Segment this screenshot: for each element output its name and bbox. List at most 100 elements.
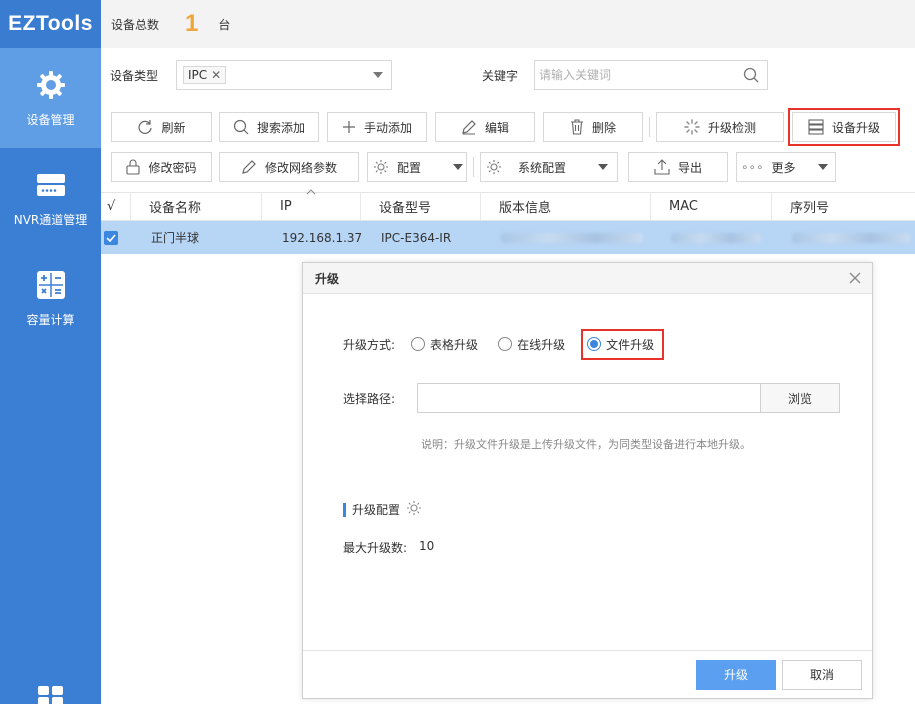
redacted-serial xyxy=(792,232,910,243)
keyword-search-box[interactable] xyxy=(534,60,769,90)
system-config-dropdown[interactable]: 系统配置 xyxy=(480,152,618,182)
device-upgrade-button[interactable]: 设备升级 xyxy=(788,108,900,146)
chevron-down-icon xyxy=(598,164,609,170)
plus-icon xyxy=(342,121,355,133)
export-label: 导出 xyxy=(677,160,702,175)
config-label: 配置 xyxy=(397,160,422,175)
search-icon xyxy=(233,119,249,135)
redacted-version xyxy=(501,232,643,243)
dialog-footer: 升级 取消 xyxy=(303,650,872,698)
max-upgrade-value: 10 xyxy=(419,539,435,553)
server-stack-icon xyxy=(808,119,824,135)
checkbox-checked-icon[interactable] xyxy=(104,230,118,245)
config-dropdown[interactable]: 配置 xyxy=(367,152,467,182)
upgrade-hint: 说明：升级文件升级是上传升级文件，为同类型设备进行本地升级。 xyxy=(421,438,751,451)
radio-online-upgrade[interactable]: 在线升级 xyxy=(498,336,565,353)
radio-unchecked-icon[interactable] xyxy=(498,337,513,351)
chevron-down-icon[interactable] xyxy=(373,72,384,78)
search-icon[interactable] xyxy=(743,67,759,86)
manual-add-button[interactable]: 手动添加 xyxy=(327,112,427,142)
change-network-button[interactable]: 修改网络参数 xyxy=(219,152,359,182)
radio-checked-icon[interactable] xyxy=(587,337,602,351)
refresh-button[interactable]: 刷新 xyxy=(111,112,212,142)
browse-button[interactable]: 浏览 xyxy=(760,383,841,413)
radio-label: 在线升级 xyxy=(517,337,566,352)
device-type-label: 设备类型 xyxy=(110,68,159,83)
column-header-check[interactable]: √ xyxy=(101,193,131,220)
export-button[interactable]: 导出 xyxy=(628,152,728,182)
app-logo: EZTools xyxy=(0,0,101,48)
radio-table-upgrade[interactable]: 表格升级 xyxy=(411,336,478,353)
pencil-icon xyxy=(462,120,476,135)
upgrade-check-button[interactable]: 升级检测 xyxy=(656,112,784,142)
manual-add-label: 手动添加 xyxy=(363,120,412,135)
row-check-cell[interactable] xyxy=(101,221,131,254)
change-password-button[interactable]: 修改密码 xyxy=(111,152,212,182)
settings-icon xyxy=(374,160,388,174)
calculator-icon xyxy=(35,269,67,301)
path-input[interactable] xyxy=(417,383,761,413)
cell-name: 正门半球 xyxy=(151,231,200,245)
more-dots-icon: ∘∘∘ xyxy=(741,160,764,174)
sidebar-item-capacity[interactable]: 容量计算 xyxy=(0,248,101,348)
more-label: 更多 xyxy=(771,160,796,175)
chevron-down-icon xyxy=(453,164,464,170)
device-count-unit: 台 xyxy=(218,17,231,32)
column-header-ip-label: IP xyxy=(280,199,292,214)
device-type-tag: IPC ✕ xyxy=(183,66,227,84)
upgrade-method-group: 升级方式: 表格升级 在线升级 文件升级 xyxy=(343,328,680,360)
sort-up-icon xyxy=(306,189,316,195)
sidebar-item-nvr[interactable]: NVR通道管理 xyxy=(0,148,101,248)
settings-icon[interactable] xyxy=(406,500,422,519)
sidebar-item-label: 设备管理 xyxy=(26,112,75,127)
max-upgrade-row: 最大升级数: 10 xyxy=(343,539,434,556)
keyword-input[interactable] xyxy=(539,68,740,82)
upgrade-check-label: 升级检测 xyxy=(707,120,756,135)
pencil-icon xyxy=(242,160,256,174)
keyword-label: 关键字 xyxy=(482,68,519,83)
search-add-label: 搜索添加 xyxy=(256,120,305,135)
settings-icon xyxy=(487,160,501,174)
cancel-button[interactable]: 取消 xyxy=(782,659,862,690)
column-header-version[interactable]: 版本信息 xyxy=(481,193,651,220)
device-count: 1 xyxy=(185,10,199,37)
search-add-button[interactable]: 搜索添加 xyxy=(219,112,319,142)
close-icon[interactable] xyxy=(848,271,862,285)
change-password-label: 修改密码 xyxy=(148,160,197,175)
column-header-model[interactable]: 设备型号 xyxy=(361,193,481,220)
cell-serial xyxy=(772,221,915,254)
upgrade-dialog: 升级 升级方式: 表格升级 在线升级 文件升级 选择路径: 浏览 说明：升级文件… xyxy=(302,262,873,699)
delete-button[interactable]: 删除 xyxy=(543,112,643,142)
radio-unchecked-icon[interactable] xyxy=(411,337,426,351)
path-label: 选择路径: xyxy=(343,391,396,406)
toolbar-divider xyxy=(473,157,474,177)
device-count-label: 设备总数 xyxy=(111,17,160,32)
loading-spinner-icon xyxy=(684,119,700,135)
change-network-label: 修改网络参数 xyxy=(264,160,337,175)
toolbar-primary: 刷新 搜索添加 手动添加 编辑 删除 升级检测 设备升级 xyxy=(101,108,915,146)
edit-button[interactable]: 编辑 xyxy=(435,112,535,142)
sidebar-item-label: NVR通道管理 xyxy=(13,212,88,227)
column-header-mac[interactable]: MAC xyxy=(651,193,772,220)
column-header-name[interactable]: 设备名称 xyxy=(131,193,262,220)
table-row[interactable]: 正门半球 192.168.1.37 IPC-E364-IR xyxy=(101,221,915,254)
delete-label: 删除 xyxy=(591,120,616,135)
upgrade-confirm-button[interactable]: 升级 xyxy=(696,659,776,690)
path-row: 选择路径: 浏览 xyxy=(343,383,841,413)
sidebar-item-label: 容量计算 xyxy=(26,312,75,327)
cell-ip: 192.168.1.37 xyxy=(282,230,363,245)
cell-mac xyxy=(651,221,772,254)
device-table: √ 设备名称 IP 设备型号 版本信息 MAC 序列号 正门半球 192.168… xyxy=(101,189,915,254)
column-header-serial[interactable]: 序列号 xyxy=(772,193,915,220)
refresh-label: 刷新 xyxy=(161,120,186,135)
column-header-ip[interactable]: IP xyxy=(262,189,361,220)
section-title: 升级配置 xyxy=(352,503,401,517)
device-type-select[interactable]: IPC ✕ xyxy=(176,60,393,90)
grid-icon[interactable] xyxy=(37,684,65,704)
more-dropdown[interactable]: ∘∘∘ 更多 xyxy=(736,152,836,182)
redacted-mac xyxy=(671,232,761,243)
radio-file-upgrade[interactable]: 文件升级 xyxy=(581,328,665,360)
toolbar-secondary: 修改密码 修改网络参数 配置 系统配置 导出 ∘∘∘ 更多 xyxy=(101,151,915,183)
sidebar-item-device-management[interactable]: 设备管理 xyxy=(0,48,101,148)
tag-remove-icon[interactable]: ✕ xyxy=(211,68,221,82)
